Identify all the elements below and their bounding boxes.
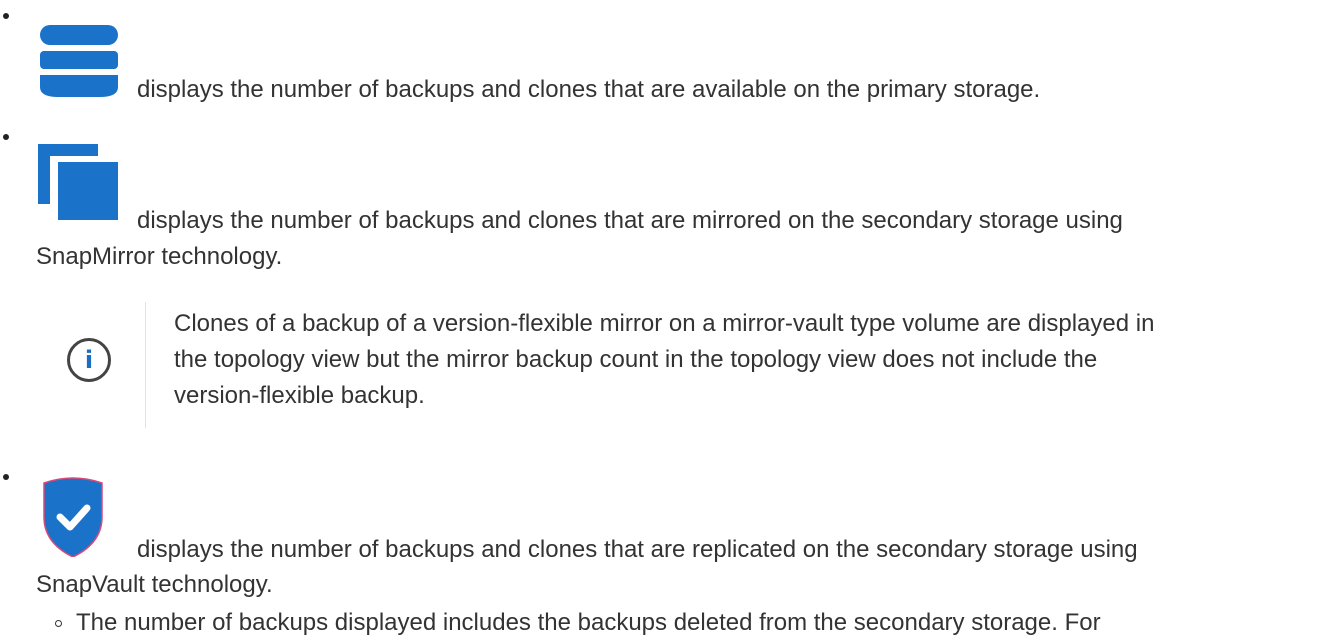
note-text-line: Clones of a backup of a version-flexible… bbox=[174, 310, 1155, 337]
sub-list-bullet bbox=[55, 620, 62, 627]
shield-check-icon bbox=[38, 477, 108, 558]
copy-icon bbox=[38, 144, 118, 220]
item-text: displays the number of backups and clone… bbox=[137, 536, 1138, 563]
item-text: displays the number of backups and clone… bbox=[137, 76, 1041, 103]
note-text-line: version-flexible backup. bbox=[174, 382, 425, 409]
item-text-continued: SnapVault technology. bbox=[36, 571, 273, 598]
note-callout: i Clones of a backup of a version-flexib… bbox=[0, 290, 1335, 430]
note-divider bbox=[145, 302, 146, 428]
info-icon: i bbox=[67, 338, 111, 382]
list-bullet bbox=[3, 134, 9, 140]
list-bullet bbox=[3, 13, 9, 19]
database-icon bbox=[40, 25, 118, 97]
list-bullet bbox=[3, 474, 9, 480]
note-text-line: the topology view but the mirror backup … bbox=[174, 346, 1098, 373]
item-text-continued: SnapMirror technology. bbox=[36, 243, 283, 270]
item-text: displays the number of backups and clone… bbox=[137, 207, 1123, 234]
sub-item-text: The number of backups displayed includes… bbox=[76, 609, 1101, 636]
